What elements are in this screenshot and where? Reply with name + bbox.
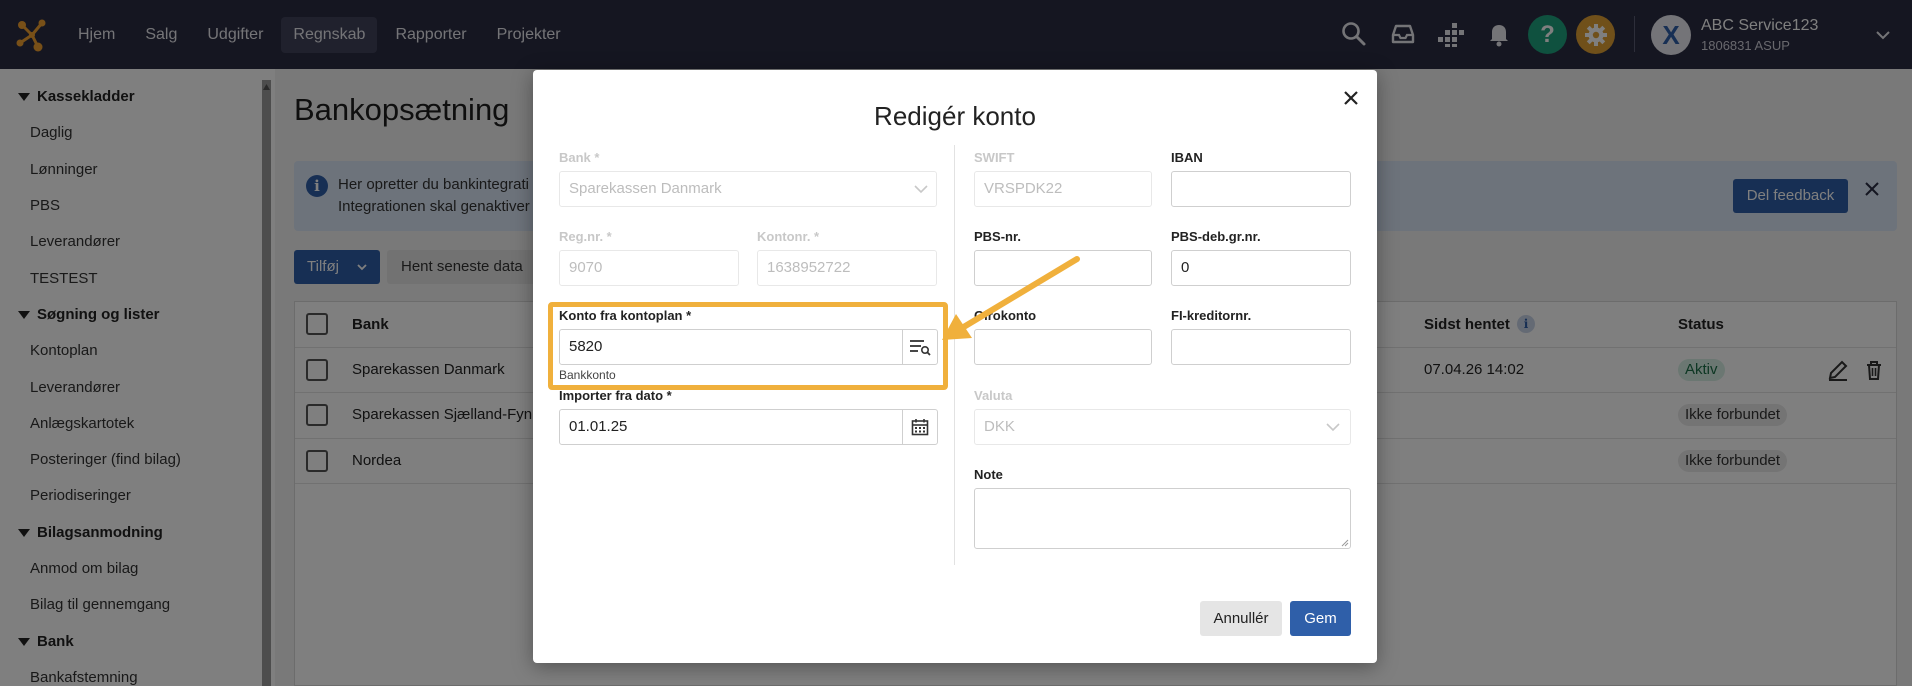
resize-handle-icon[interactable] <box>1341 539 1349 547</box>
pbs-deb-field[interactable]: 0 <box>1171 250 1351 286</box>
import-date-label: Importer fra dato * <box>559 388 672 403</box>
note-textarea[interactable] <box>974 488 1351 549</box>
save-button[interactable]: Gem <box>1290 601 1351 636</box>
chevron-down-icon <box>1326 423 1340 432</box>
regnr-label: Reg.nr. * <box>559 229 612 244</box>
import-date-field[interactable]: 01.01.25 <box>559 409 903 445</box>
chevron-down-icon <box>914 185 928 194</box>
pbs-nr-label: PBS-nr. <box>974 229 1021 244</box>
fi-kreditor-field[interactable] <box>1171 329 1351 365</box>
pbs-deb-label: PBS-deb.gr.nr. <box>1171 229 1261 244</box>
swift-field: VRSPDK22 <box>974 171 1152 207</box>
regnr-field: 9070 <box>559 250 739 286</box>
column-divider <box>954 145 955 565</box>
bank-select: Sparekassen Danmark <box>559 171 937 207</box>
swift-label: SWIFT <box>974 150 1015 165</box>
calendar-icon <box>911 419 929 436</box>
fi-kreditor-label: FI-kreditornr. <box>1171 308 1252 323</box>
kontonr-field: 1638952722 <box>757 250 937 286</box>
highlight-box <box>548 302 948 390</box>
bank-label: Bank * <box>559 150 600 165</box>
date-picker-button[interactable] <box>902 409 938 445</box>
valuta-label: Valuta <box>974 388 1013 403</box>
valuta-select: DKK <box>974 409 1351 445</box>
kontonr-label: Kontonr. * <box>757 229 820 244</box>
note-label: Note <box>974 467 1003 482</box>
close-icon[interactable] <box>1340 87 1362 109</box>
dialog-title: Redigér konto <box>874 101 1036 131</box>
iban-field[interactable] <box>1171 171 1351 207</box>
cancel-button[interactable]: Annullér <box>1200 601 1282 636</box>
iban-label: IBAN <box>1171 150 1203 165</box>
annotation-arrow <box>942 256 1080 340</box>
